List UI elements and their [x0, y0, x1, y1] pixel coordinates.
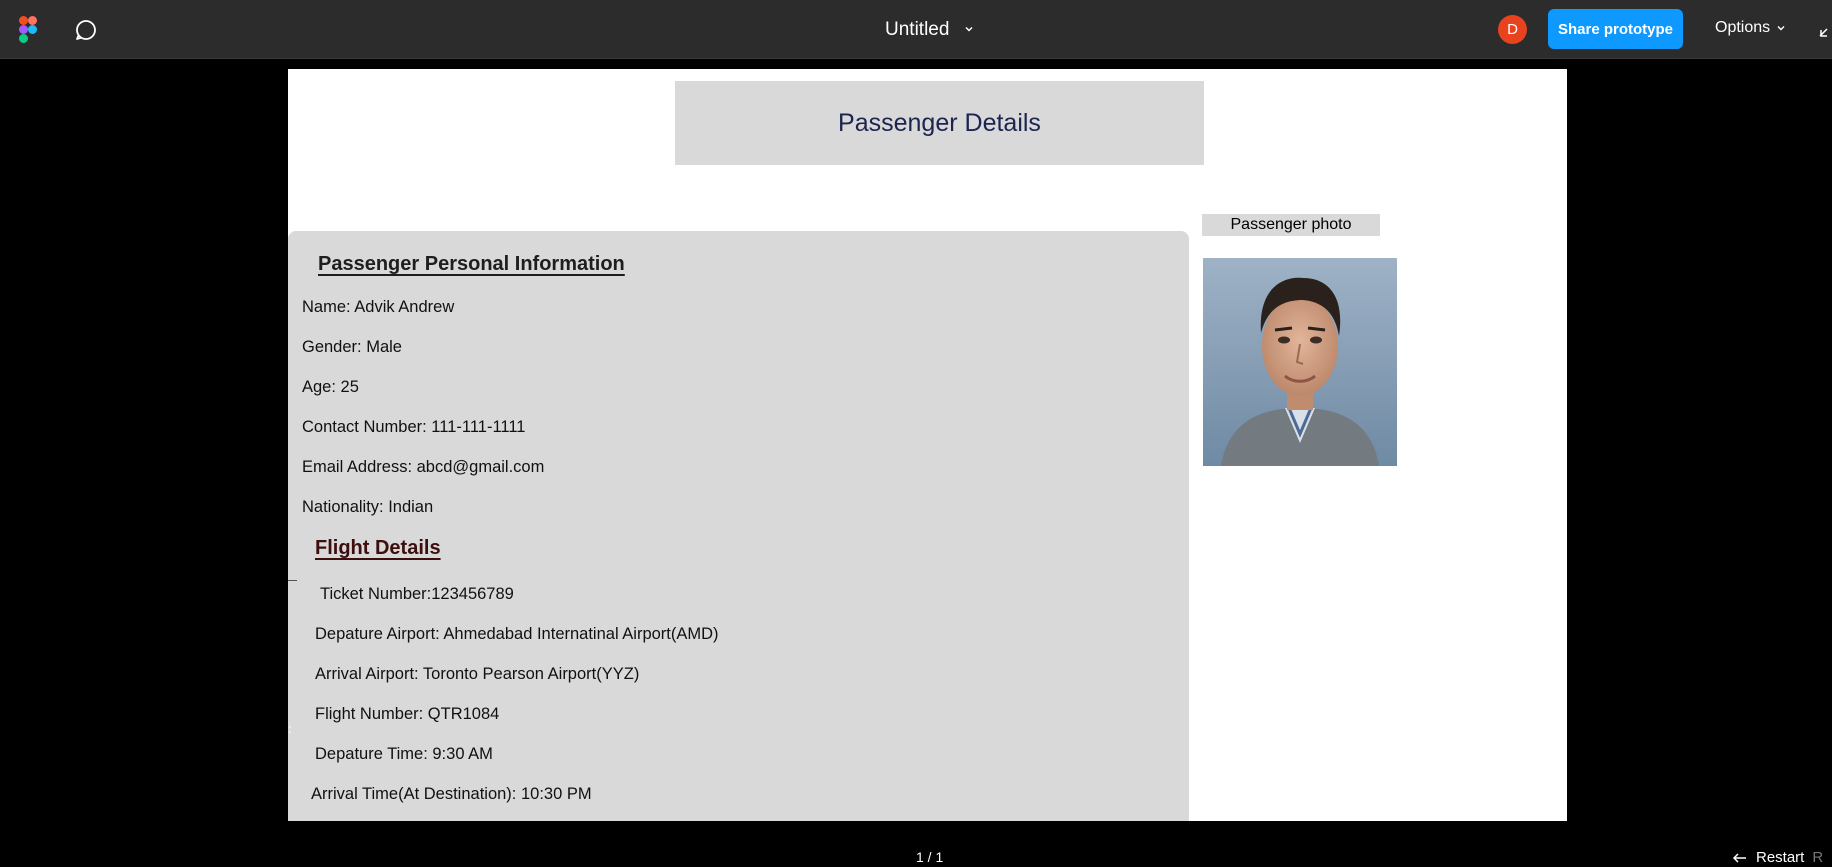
page-counter: 1 / 1: [916, 849, 944, 865]
header-banner: Passenger Details: [675, 81, 1204, 165]
passenger-email: Email Address: abcd@gmail.com: [302, 458, 545, 476]
comment-icon[interactable]: [74, 18, 98, 42]
ticket-number: Ticket Number:123456789: [320, 585, 514, 603]
restart-label: Restart: [1756, 849, 1805, 866]
flight-number: Flight Number: QTR1084: [315, 705, 500, 723]
prototype-frame: Passenger Details Passenger Personal Inf…: [288, 69, 1567, 821]
departure-airport: Depature Airport: Ahmedabad Internatinal…: [315, 625, 719, 643]
page-title: Passenger Details: [838, 109, 1041, 137]
restart-arrow-icon: [1732, 852, 1746, 863]
photo-label-box: Passenger photo: [1202, 214, 1380, 236]
passenger-nationality: Nationality: Indian: [302, 498, 434, 516]
chevron-down-icon: [1777, 26, 1785, 31]
passenger-photo: [1203, 258, 1397, 466]
collapse-icon[interactable]: [1818, 22, 1832, 38]
passenger-contact: Contact Number: 111-111-1111: [302, 418, 526, 436]
restart-button[interactable]: Restart R: [1732, 849, 1823, 866]
stray-colon-mark: :: [288, 722, 292, 736]
chevron-down-icon[interactable]: [963, 23, 975, 35]
info-panel: Passenger Personal Information Name: Adv…: [288, 231, 1189, 821]
options-label: Options: [1715, 19, 1771, 36]
flight-details-heading: Flight Details: [315, 537, 441, 559]
avatar[interactable]: D: [1498, 15, 1527, 44]
passenger-age: Age: 25: [302, 378, 359, 396]
figma-logo-icon[interactable]: [19, 16, 37, 43]
restart-shortcut-key: R: [1812, 849, 1824, 866]
passenger-gender: Gender: Male: [302, 338, 402, 356]
departure-time: Depature Time: 9:30 AM: [315, 745, 493, 763]
passenger-name: Name: Advik Andrew: [302, 298, 455, 316]
document-title[interactable]: Untitled: [885, 19, 949, 41]
arrival-time: Arrival Time(At Destination): 10:30 PM: [311, 785, 592, 803]
share-prototype-button[interactable]: Share prototype: [1548, 9, 1683, 49]
personal-info-heading: Passenger Personal Information: [318, 253, 625, 275]
stray-dash-mark: [288, 580, 297, 581]
toolbar: Untitled D Share prototype Options: [0, 0, 1832, 59]
arrival-airport: Arrival Airport: Toronto Pearson Airport…: [315, 665, 640, 683]
photo-label: Passenger photo: [1230, 216, 1352, 233]
options-menu-button[interactable]: Options: [1715, 19, 1786, 37]
